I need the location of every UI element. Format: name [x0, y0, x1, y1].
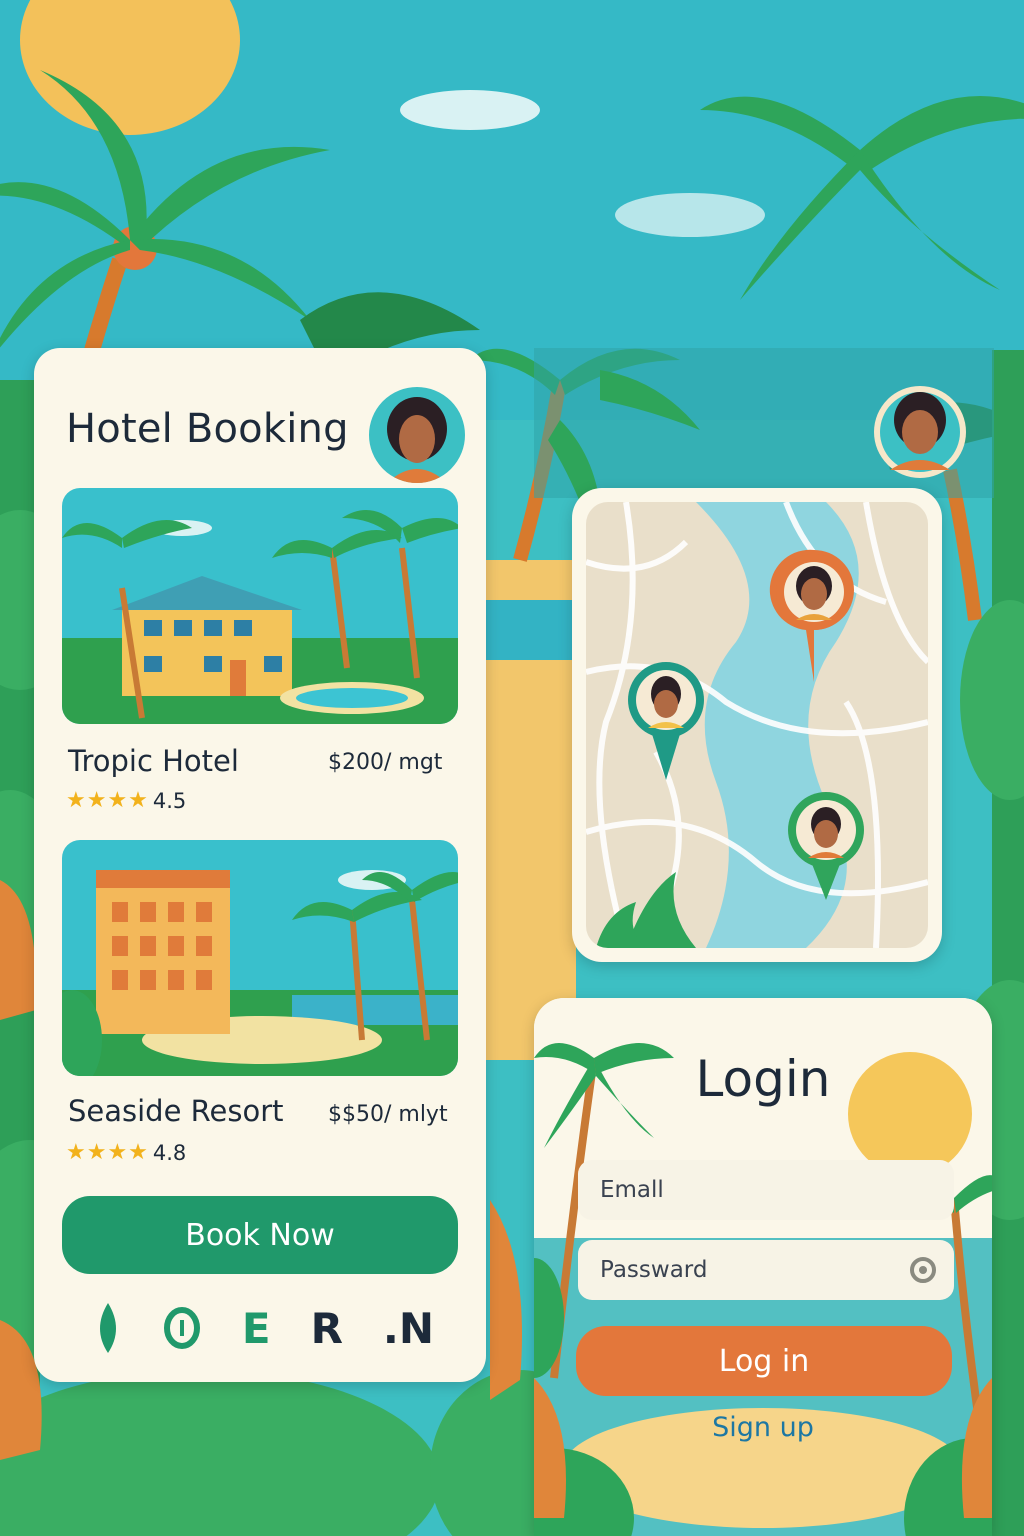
- rating-value: 4.8: [152, 1140, 187, 1165]
- star-icons: ★★★★: [66, 788, 149, 813]
- info-icon[interactable]: [162, 1306, 202, 1350]
- resort-illustration: [62, 840, 458, 1076]
- email-field[interactable]: Emall: [578, 1160, 954, 1220]
- hotel-name[interactable]: Seaside Resort: [68, 1094, 284, 1128]
- hotel-rating: ★★★★ 4.8: [66, 1140, 186, 1165]
- hotel-name[interactable]: Tropic Hotel: [68, 744, 239, 778]
- hotel-price: $200/ mgt: [328, 750, 443, 775]
- tropic-hotel-image[interactable]: [62, 488, 458, 724]
- hotel-booking-card: Hotel Booking Tropic Hotel $200/ mgt ★★★…: [34, 348, 486, 1382]
- map-card: [572, 488, 942, 962]
- signup-link[interactable]: Sign up: [534, 1412, 992, 1443]
- avatar-icon: [387, 397, 447, 483]
- login-card: Login Emall Passward Log in Sign up: [534, 998, 992, 1536]
- n-icon[interactable]: .N: [383, 1304, 434, 1353]
- bottom-nav: E R .N: [94, 1298, 434, 1358]
- hotel-price: $$50/ mlyt: [328, 1102, 448, 1127]
- password-placeholder: Passward: [600, 1257, 708, 1283]
- email-placeholder: Emall: [600, 1177, 664, 1203]
- rating-value: 4.5: [152, 788, 187, 813]
- user-avatar[interactable]: [366, 384, 468, 486]
- star-icons: ★★★★: [66, 1140, 149, 1165]
- r-icon[interactable]: R: [311, 1304, 343, 1353]
- login-button[interactable]: Log in: [576, 1326, 952, 1396]
- password-field[interactable]: Passward: [578, 1240, 954, 1300]
- hotel-rating: ★★★★ 4.5: [66, 788, 186, 813]
- login-title: Login: [695, 1050, 831, 1108]
- book-now-button[interactable]: Book Now: [62, 1196, 458, 1274]
- map-illustration: [586, 502, 928, 948]
- leaf-icon[interactable]: [94, 1301, 122, 1355]
- e-icon[interactable]: E: [242, 1304, 271, 1353]
- hotel-illustration: [62, 488, 458, 724]
- seaside-resort-image[interactable]: [62, 840, 458, 1076]
- eye-icon[interactable]: [910, 1257, 936, 1283]
- page-title: Hotel Booking: [66, 406, 349, 452]
- map-view[interactable]: [586, 502, 928, 948]
